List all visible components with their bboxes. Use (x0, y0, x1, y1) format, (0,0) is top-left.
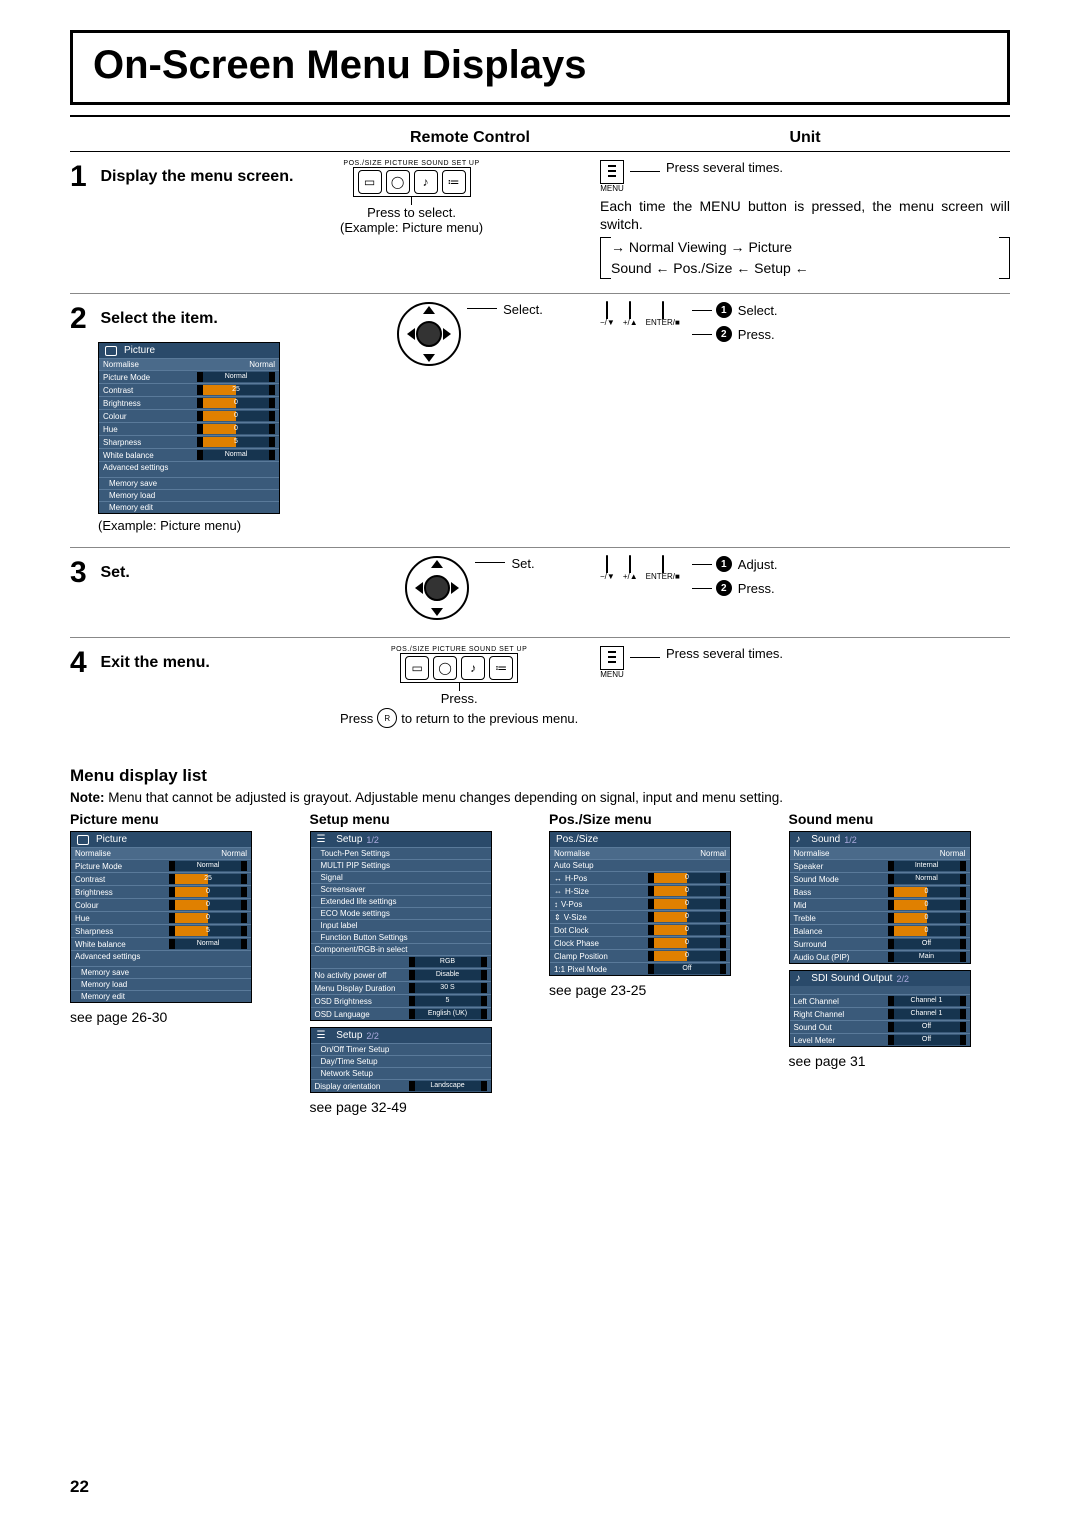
possize-menu-heading: Pos./Size menu (549, 811, 771, 827)
remote-ring[interactable] (397, 302, 461, 366)
remote-buttons-row: ▭ ◯ ♪ ≔ (400, 653, 518, 683)
sound-icon: ♪ (796, 973, 801, 984)
remote-top-labels: POS./SIZE PICTURE SOUND SET UP (340, 160, 483, 167)
unit-select-label: Select. (738, 303, 778, 318)
setup-icon: ☰ (317, 1030, 326, 1041)
menu-note: Note: Menu that cannot be adjusted is gr… (70, 790, 1010, 805)
menu-grid: Picture menu Picture NormaliseNormal Pic… (70, 811, 1010, 1115)
see-page-setup: see page 32-49 (310, 1099, 532, 1115)
flow-line-1: → Normal Viewing → Picture (611, 237, 999, 258)
unit-minus-button[interactable] (606, 555, 608, 573)
step-title: Set. (100, 556, 129, 582)
step-title: Exit the menu. (100, 646, 209, 672)
col-unit-header: Unit (600, 125, 1010, 151)
press-several-times: Press several times. (666, 160, 783, 175)
see-page-picture: see page 26-30 (70, 1009, 292, 1025)
press2: Press (340, 711, 373, 726)
see-page-sound: see page 31 (789, 1053, 1011, 1069)
setup-icon: ☰ (317, 834, 326, 845)
menu-button-icon[interactable] (600, 646, 624, 670)
example-picture-menu: (Example: Picture menu) (340, 220, 483, 235)
setup-button[interactable]: ≔ (442, 170, 466, 194)
possize-menu-osd: Pos./Size NormaliseNormal Auto Setup ↔H-… (549, 831, 731, 976)
sound-button[interactable]: ♪ (461, 656, 485, 680)
menu-button-icon[interactable] (600, 160, 624, 184)
unit-minus-button[interactable] (606, 301, 608, 319)
return-text: to return to the previous menu. (401, 711, 578, 726)
step-3: 3 Set. Set. −/▼ +/▲ ENTER/■ 1Adjust. (70, 548, 1010, 638)
step-title: Select the item. (100, 302, 217, 328)
col-remote-header: Remote Control (340, 125, 600, 151)
step-4: 4 Exit the menu. POS./SIZE PICTURE SOUND… (70, 638, 1010, 742)
picture-menu-osd: Picture NormaliseNormal Picture ModeNorm… (70, 831, 252, 1003)
unit-enter-button[interactable] (662, 301, 664, 319)
unit-enter-button[interactable] (662, 555, 664, 573)
menu-display-list-heading: Menu display list (70, 766, 1010, 786)
see-page-possize: see page 23-25 (549, 982, 771, 998)
remote-ring[interactable] (405, 556, 469, 620)
setup-menu-heading: Setup menu (310, 811, 532, 827)
osd-title: Picture (124, 345, 155, 356)
step-number: 4 (70, 646, 96, 680)
page-title-frame: On-Screen Menu Displays (70, 30, 1010, 105)
flow-line-2: Sound ← Pos./Size ← Setup ← (611, 258, 999, 279)
unit-plus-button[interactable] (629, 301, 631, 319)
select-label: Select. (503, 302, 543, 317)
menu-switch-desc: Each time the MENU button is pressed, th… (600, 197, 1010, 233)
page-number: 22 (70, 1477, 89, 1497)
column-headers: Remote Control Unit (70, 125, 1010, 152)
sound-menu-osd: ♪ Sound1/2 NormaliseNormal SpeakerIntern… (789, 831, 971, 964)
press-to-select: Press to select. (340, 205, 483, 220)
picture-icon (77, 835, 89, 845)
setup-menu-osd-1: ☰ Setup1/2 Touch-Pen Settings MULTI PIP … (310, 831, 492, 1021)
press-several-times: Press several times. (666, 646, 783, 661)
remote-buttons-row: ▭ ◯ ♪ ≔ (353, 167, 471, 197)
step-2: 2 Select the item. Picture NormaliseNorm… (70, 294, 1010, 548)
page-title: On-Screen Menu Displays (93, 43, 987, 88)
picture-button[interactable]: ◯ (386, 170, 410, 194)
press-label: Press. (340, 691, 578, 706)
unit-press-label: Press. (738, 581, 775, 596)
step-title: Display the menu screen. (100, 160, 293, 186)
sdi-sound-osd: ♪ SDI Sound Output2/2 Left ChannelChanne… (789, 970, 971, 1047)
setup-menu-osd-2: ☰ Setup2/2 On/Off Timer Setup Day/Time S… (310, 1027, 492, 1093)
r-button-icon[interactable]: R (377, 708, 397, 728)
menu-label: MENU (600, 670, 624, 679)
sound-icon: ♪ (796, 834, 801, 845)
pos-size-button[interactable]: ▭ (358, 170, 382, 194)
step-number: 2 (70, 302, 96, 336)
picture-menu-heading: Picture menu (70, 811, 292, 827)
pos-size-button[interactable]: ▭ (405, 656, 429, 680)
rule (70, 115, 1010, 117)
picture-osd: Picture NormaliseNormal Picture ModeNorm… (98, 342, 280, 514)
example-picture-menu: (Example: Picture menu) (98, 518, 340, 533)
unit-press-label: Press. (738, 327, 775, 342)
unit-plus-button[interactable] (629, 555, 631, 573)
sound-menu-heading: Sound menu (789, 811, 1011, 827)
sound-button[interactable]: ♪ (414, 170, 438, 194)
setup-button[interactable]: ≔ (489, 656, 513, 680)
picture-icon (105, 346, 117, 356)
step-number: 1 (70, 160, 96, 194)
remote-top-labels: POS./SIZE PICTURE SOUND SET UP (340, 646, 578, 653)
unit-adjust-label: Adjust. (738, 557, 778, 572)
step-1: 1 Display the menu screen. POS./SIZE PIC… (70, 152, 1010, 294)
picture-button[interactable]: ◯ (433, 656, 457, 680)
step-number: 3 (70, 556, 96, 590)
menu-label: MENU (600, 184, 624, 193)
set-label: Set. (511, 556, 534, 571)
